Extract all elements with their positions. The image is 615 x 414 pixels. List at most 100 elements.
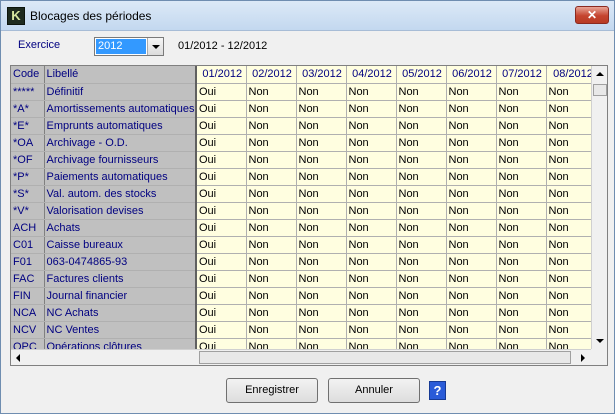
period-lock-cell[interactable]: Non (246, 253, 297, 271)
period-lock-cell[interactable]: Non (496, 185, 547, 203)
period-lock-cell[interactable]: Non (296, 287, 347, 305)
period-lock-cell[interactable]: Non (446, 83, 497, 101)
period-lock-cell[interactable]: Non (346, 253, 397, 271)
period-lock-cell[interactable]: Non (446, 117, 497, 135)
period-lock-cell[interactable]: Non (446, 236, 497, 254)
period-lock-cell[interactable]: Non (346, 134, 397, 152)
period-lock-cell[interactable]: Non (496, 100, 547, 118)
period-lock-cell[interactable]: Non (296, 83, 347, 101)
table-row[interactable]: *OF Archivage fournisseurs Oui Non Non Non Non… (11, 151, 599, 169)
period-lock-cell[interactable]: Non (346, 321, 397, 339)
period-lock-cell[interactable]: Non (446, 287, 497, 305)
period-lock-cell[interactable]: Non (296, 219, 347, 237)
period-lock-cell[interactable]: Non (446, 100, 497, 118)
period-lock-cell[interactable]: Non (346, 185, 397, 203)
period-lock-cell[interactable]: Non (446, 151, 497, 169)
period-lock-cell[interactable]: Non (396, 287, 447, 305)
period-lock-cell[interactable]: Non (346, 117, 397, 135)
period-lock-cell[interactable]: Oui (196, 321, 247, 339)
table-row[interactable]: *V* Valorisation devises Oui Non Non Non Non No… (11, 202, 599, 220)
period-lock-cell[interactable]: Non (296, 270, 347, 288)
period-lock-cell[interactable]: Non (346, 304, 397, 322)
period-lock-cell[interactable]: Non (496, 202, 547, 220)
table-row[interactable]: *P* Paiements automatiques Oui Non Non Non Non… (11, 168, 599, 186)
scroll-down-button[interactable] (592, 333, 607, 349)
table-row[interactable]: *E* Emprunts automatiques Oui Non Non Non Non N… (11, 117, 599, 135)
horizontal-scroll-thumb[interactable] (199, 351, 571, 364)
period-lock-cell[interactable]: Non (246, 321, 297, 339)
period-lock-cell[interactable]: Non (496, 134, 547, 152)
period-lock-cell[interactable]: Non (446, 321, 497, 339)
period-lock-cell[interactable]: Non (496, 304, 547, 322)
col-header-code[interactable]: Code (11, 66, 45, 84)
scroll-right-button[interactable] (575, 350, 591, 365)
period-lock-cell[interactable]: Non (346, 287, 397, 305)
period-lock-cell[interactable]: Non (246, 202, 297, 220)
period-lock-cell[interactable]: Non (396, 117, 447, 135)
table-row[interactable]: *OA Archivage - O.D. Oui Non Non Non Non Non Non… (11, 134, 599, 152)
period-lock-cell[interactable]: Non (396, 321, 447, 339)
period-lock-cell[interactable]: Oui (196, 168, 247, 186)
chevron-down-icon[interactable] (147, 38, 163, 55)
period-lock-cell[interactable]: Oui (196, 134, 247, 152)
period-lock-cell[interactable]: Non (246, 83, 297, 101)
table-row[interactable]: NCA NC Achats Oui Non Non Non Non Non Non Non (11, 304, 599, 322)
period-lock-cell[interactable]: Non (446, 134, 497, 152)
period-lock-cell[interactable]: Non (246, 304, 297, 322)
exercice-select[interactable]: 2012 (94, 37, 164, 56)
period-lock-cell[interactable]: Non (246, 134, 297, 152)
period-lock-cell[interactable]: Non (296, 202, 347, 220)
period-lock-cell[interactable]: Non (496, 270, 547, 288)
period-lock-cell[interactable]: Non (446, 253, 497, 271)
period-lock-cell[interactable]: Non (396, 168, 447, 186)
period-lock-cell[interactable]: Non (296, 117, 347, 135)
period-lock-cell[interactable]: Non (296, 321, 347, 339)
period-lock-cell[interactable]: Non (246, 100, 297, 118)
period-lock-cell[interactable]: Oui (196, 151, 247, 169)
period-lock-cell[interactable]: Non (396, 270, 447, 288)
period-lock-cell[interactable]: Non (496, 321, 547, 339)
period-lock-cell[interactable]: Non (496, 168, 547, 186)
period-lock-cell[interactable]: Non (346, 219, 397, 237)
period-lock-cell[interactable]: Non (346, 100, 397, 118)
period-lock-cell[interactable]: Non (396, 134, 447, 152)
period-lock-cell[interactable]: Non (246, 117, 297, 135)
period-lock-cell[interactable]: Oui (196, 219, 247, 237)
period-lock-cell[interactable]: Non (396, 185, 447, 203)
period-lock-cell[interactable]: Non (246, 270, 297, 288)
period-lock-cell[interactable]: Non (346, 202, 397, 220)
period-lock-cell[interactable]: Oui (196, 83, 247, 101)
period-lock-cell[interactable]: Oui (196, 287, 247, 305)
table-row[interactable]: F01 063-0474865-93 Oui Non Non Non Non Non Non No… (11, 253, 599, 271)
period-lock-cell[interactable]: Non (296, 253, 347, 271)
table-row[interactable]: ***** Définitif Oui Non Non Non Non Non Non Non (11, 83, 599, 101)
vertical-scroll-thumb[interactable] (593, 84, 607, 96)
period-lock-cell[interactable]: Non (346, 168, 397, 186)
col-header-period[interactable]: 06/2012 (446, 66, 497, 84)
scroll-up-button[interactable] (592, 66, 607, 82)
period-lock-cell[interactable]: Non (446, 219, 497, 237)
col-header-label[interactable]: Libellé (44, 66, 197, 84)
table-row[interactable]: ACH Achats Oui Non Non Non Non Non Non Non (11, 219, 599, 237)
period-lock-cell[interactable]: Non (296, 304, 347, 322)
close-button[interactable]: ✕ (575, 6, 609, 24)
table-row[interactable]: *A* Amortissements automatiques Oui Non Non N… (11, 100, 599, 118)
period-lock-cell[interactable]: Non (346, 270, 397, 288)
period-lock-cell[interactable]: Non (396, 253, 447, 271)
period-lock-cell[interactable]: Oui (196, 236, 247, 254)
period-lock-cell[interactable]: Non (296, 134, 347, 152)
col-header-period[interactable]: 04/2012 (346, 66, 397, 84)
help-icon[interactable]: ? (429, 381, 446, 400)
col-header-period[interactable]: 03/2012 (296, 66, 347, 84)
horizontal-scrollbar[interactable] (11, 349, 591, 365)
period-lock-cell[interactable]: Non (496, 287, 547, 305)
table-row[interactable]: FAC Factures clients Oui Non Non Non Non Non Non… (11, 270, 599, 288)
period-lock-cell[interactable]: Oui (196, 117, 247, 135)
period-lock-cell[interactable]: Oui (196, 100, 247, 118)
period-lock-cell[interactable]: Non (446, 202, 497, 220)
period-lock-cell[interactable]: Non (496, 219, 547, 237)
vertical-scrollbar[interactable] (591, 66, 607, 349)
period-lock-cell[interactable]: Oui (196, 304, 247, 322)
period-lock-cell[interactable]: Non (246, 287, 297, 305)
period-lock-cell[interactable]: Non (296, 168, 347, 186)
